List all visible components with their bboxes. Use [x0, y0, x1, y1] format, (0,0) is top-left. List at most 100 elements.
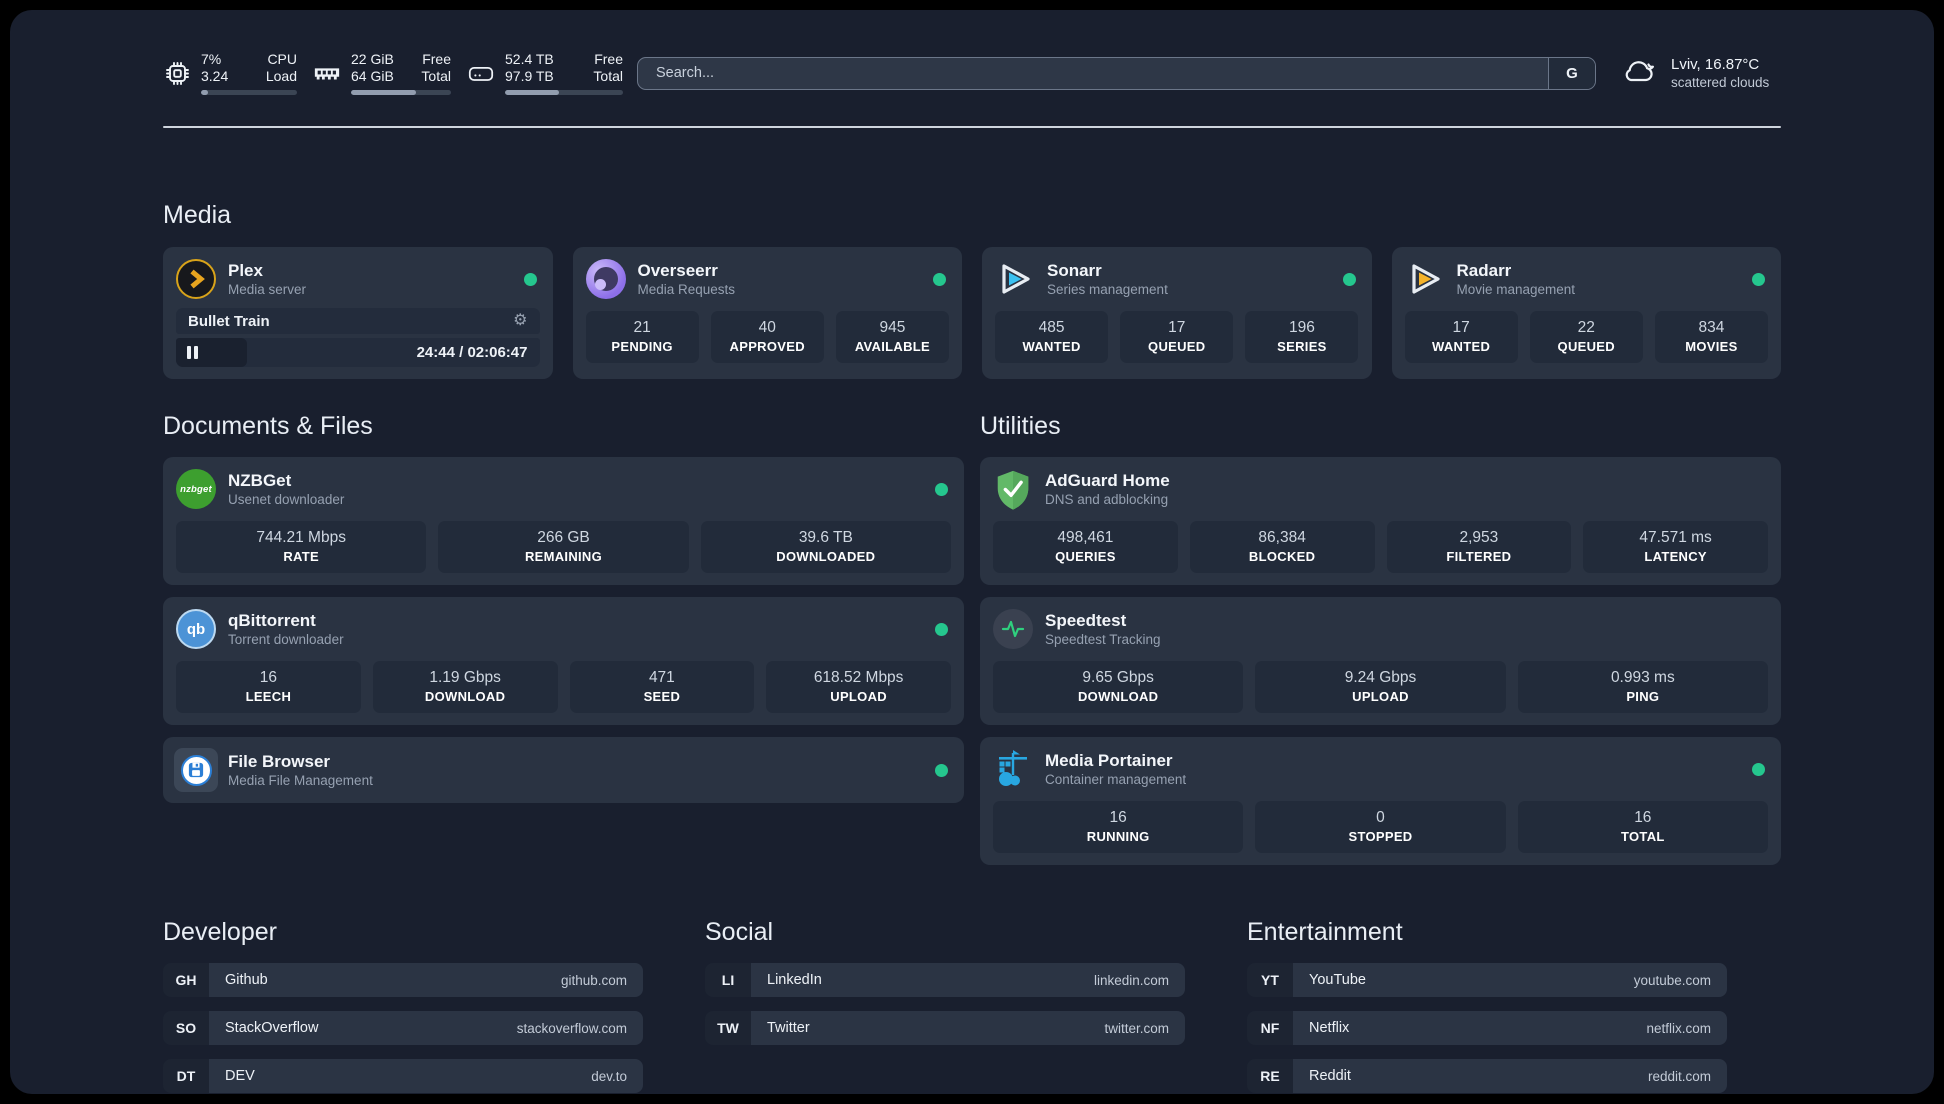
google-search-button[interactable]: G — [1548, 57, 1595, 89]
weather-location: Lviv, 16.87°C — [1671, 56, 1760, 73]
stat-label: APPROVED — [729, 339, 805, 354]
bookmark-twitter[interactable]: TW Twitter twitter.com — [705, 1011, 1185, 1045]
stat-value: 22 — [1577, 319, 1595, 336]
stat-tile: 16 LEECH — [176, 661, 361, 713]
stat-label: DOWNLOADED — [776, 549, 876, 564]
stat-value: 16 — [259, 669, 277, 686]
stat-label: REMAINING — [524, 549, 603, 564]
search-bar: G — [637, 56, 1596, 90]
status-dot — [935, 482, 948, 496]
stat-label: QUEUED — [1557, 339, 1615, 354]
weather-widget[interactable]: Lviv, 16.87°C scattered clouds — [1621, 55, 1781, 92]
nzbget-card[interactable]: nzbget NZBGet Usenet downloader 744.21 M… — [163, 457, 964, 585]
bookmark-linkedin[interactable]: LI LinkedIn linkedin.com — [705, 963, 1185, 997]
stat-value: 47.571 ms — [1639, 529, 1712, 546]
bookmark-url: netflix.com — [1646, 1020, 1711, 1036]
status-dot — [935, 622, 948, 636]
stat-tile: 834 MOVIES — [1654, 311, 1768, 363]
bookmark-url: stackoverflow.com — [516, 1020, 627, 1036]
bookmark-github[interactable]: GH Github github.com — [163, 963, 643, 997]
app-subtitle: Torrent downloader — [228, 632, 344, 647]
cpu-percent: 7% — [201, 51, 222, 67]
bookmark-url: twitter.com — [1104, 1020, 1169, 1036]
stat-label: BLOCKED — [1248, 549, 1316, 564]
speedtest-card[interactable]: Speedtest Speedtest Tracking 9.65 Gbps D… — [980, 597, 1781, 725]
playback-time: 24:44 / 02:06:47 — [416, 344, 528, 361]
stat-value: 744.21 Mbps — [256, 529, 346, 546]
overseerr-icon — [585, 259, 626, 299]
stat-tile: 266 GB REMAINING — [438, 521, 689, 573]
cloud-icon — [1621, 55, 1659, 92]
status-dot — [1752, 762, 1765, 776]
bookmark-dev[interactable]: DT DEV dev.to — [163, 1059, 643, 1093]
stat-label: FILTERED — [1446, 549, 1512, 564]
stat-value: 1.19 Gbps — [429, 669, 501, 686]
section-title-media: Media — [163, 201, 232, 229]
stat-value: 471 — [648, 669, 675, 686]
bookmark-url: github.com — [560, 972, 627, 988]
app-title: Sonarr — [1047, 261, 1102, 280]
stat-label: PENDING — [611, 339, 673, 354]
radarr-card[interactable]: Radarr Movie management 17 WANTED 22 QUE… — [1391, 247, 1781, 379]
plex-card[interactable]: Plex Media server Bullet Train ⚙ 24:44 /… — [163, 247, 553, 379]
stat-value: 485 — [1038, 319, 1065, 336]
bookmark-abbr: DT — [163, 1059, 209, 1093]
header-divider — [163, 126, 1781, 128]
filebrowser-card[interactable]: File Browser Media File Management — [163, 737, 964, 803]
storage-free-label: Free — [594, 51, 623, 67]
sonarr-card[interactable]: Sonarr Series management 485 WANTED 17 Q… — [982, 247, 1372, 379]
stat-tile: 86,384 BLOCKED — [1189, 521, 1375, 573]
bookmark-netflix[interactable]: NF Netflix netflix.com — [1247, 1011, 1727, 1045]
bookmark-name: StackOverflow — [225, 1020, 319, 1036]
system-stats: 7% 3.24 CPU Load 22 GiB 64 GiB Free Tota… — [163, 51, 623, 95]
portainer-card[interactable]: Media Portainer Container management 16 … — [980, 737, 1781, 865]
adguard-card[interactable]: AdGuard Home DNS and adblocking 498,461 … — [980, 457, 1781, 585]
search-input[interactable] — [638, 57, 1548, 89]
app-subtitle: Container management — [1045, 772, 1187, 787]
bookmark-reddit[interactable]: RE Reddit reddit.com — [1247, 1059, 1727, 1093]
bookmark-youtube[interactable]: YT YouTube youtube.com — [1247, 963, 1727, 997]
stat-label: SERIES — [1277, 339, 1327, 354]
developer-group: Developer GH Github github.com SO StackO… — [163, 917, 643, 1094]
stat-tile: 16 TOTAL — [1517, 801, 1768, 853]
stat-tile: 945 AVAILABLE — [835, 311, 949, 363]
stat-tile: 485 WANTED — [995, 311, 1109, 363]
pause-icon[interactable] — [187, 346, 198, 359]
app-title: Speedtest — [1045, 611, 1127, 630]
qbittorrent-card[interactable]: qb qBittorrent Torrent downloader 16 LEE… — [163, 597, 964, 725]
plex-icon — [176, 259, 216, 299]
adguard-icon — [993, 469, 1033, 510]
stat-value: 0 — [1376, 809, 1385, 826]
stat-label: LATENCY — [1644, 549, 1707, 564]
stat-tile: 39.6 TB DOWNLOADED — [700, 521, 951, 573]
bookmark-url: reddit.com — [1647, 1068, 1711, 1084]
stat-label: STOPPED — [1348, 829, 1413, 844]
stat-tile: 471 SEED — [569, 661, 755, 713]
hard-drive-icon — [467, 59, 495, 87]
stat-value: 17 — [1168, 319, 1186, 336]
bookmark-abbr: NF — [1247, 1011, 1293, 1045]
bookmark-name: YouTube — [1309, 972, 1366, 988]
stat-tile: 17 WANTED — [1404, 311, 1518, 363]
stat-tile: 22 QUEUED — [1529, 311, 1643, 363]
cpu-icon — [163, 59, 191, 87]
stat-tile: 2,953 FILTERED — [1386, 521, 1572, 573]
section-title-developer: Developer — [163, 918, 277, 946]
stat-tile: 17 QUEUED — [1120, 311, 1234, 363]
stat-tile: 744.21 Mbps RATE — [176, 521, 427, 573]
stat-label: WANTED — [1432, 339, 1491, 354]
bookmark-stackoverflow[interactable]: SO StackOverflow stackoverflow.com — [163, 1011, 643, 1045]
bookmark-url: youtube.com — [1633, 972, 1711, 988]
app-title: NZBGet — [228, 471, 292, 490]
stat-tile: 498,461 QUERIES — [993, 521, 1178, 573]
bookmark-url: linkedin.com — [1093, 972, 1169, 988]
stat-tile: 196 SERIES — [1245, 311, 1359, 363]
portainer-crane-icon — [993, 749, 1033, 789]
stat-value: 86,384 — [1258, 529, 1306, 546]
overseerr-card[interactable]: Overseerr Media Requests 21 PENDING 40 A… — [572, 247, 962, 379]
qbittorrent-icon: qb — [176, 609, 216, 649]
cpu-label: CPU — [267, 51, 297, 67]
stat-tile: 47.571 ms LATENCY — [1583, 521, 1768, 573]
memory-total-value: 64 GiB — [351, 68, 394, 84]
stat-tile: 9.24 Gbps UPLOAD — [1255, 661, 1506, 713]
